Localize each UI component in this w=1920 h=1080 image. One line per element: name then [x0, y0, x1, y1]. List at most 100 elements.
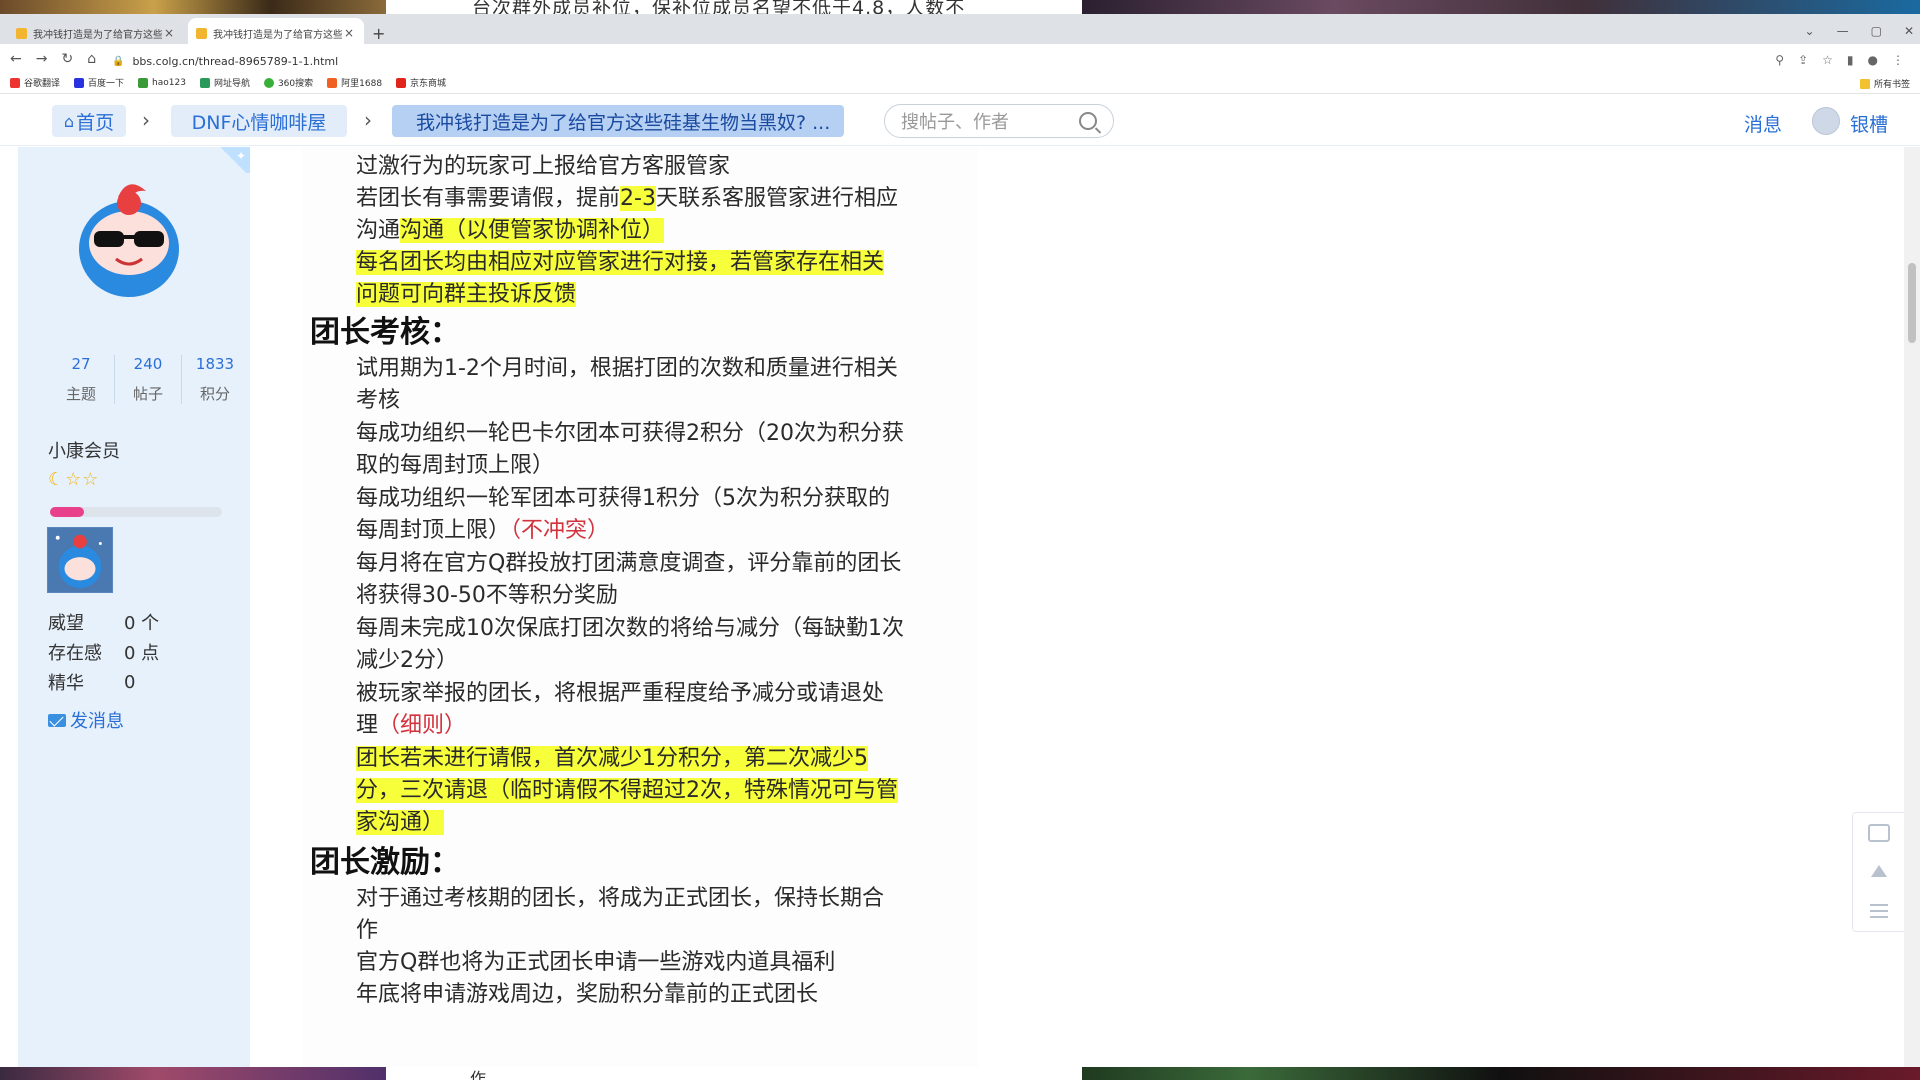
- doc-line: 每周封顶上限）（不冲突）: [356, 515, 609, 547]
- bookmark-star-icon[interactable]: ☆: [1822, 53, 1833, 67]
- close-tab-icon[interactable]: ×: [342, 26, 356, 40]
- folder-icon: [1859, 78, 1870, 89]
- search-input[interactable]: 搜帖子、作者: [884, 104, 1114, 138]
- address-bar[interactable]: 🔒 bbs.colg.cn/thread-8965789-1-1.html: [112, 49, 338, 73]
- forward-icon[interactable]: →: [36, 51, 48, 67]
- doc-text: 理: [356, 713, 379, 738]
- doc-text: 每周封顶上限）: [356, 518, 511, 543]
- bookmark-item[interactable]: 阿里1688: [327, 76, 382, 89]
- user-avatar[interactable]: [1812, 107, 1840, 135]
- home-icon[interactable]: ⌂: [87, 51, 96, 67]
- game-capture-left: [0, 0, 386, 14]
- restore-icon[interactable]: ▢: [1871, 24, 1882, 38]
- reload-icon[interactable]: ↻: [61, 51, 73, 67]
- username-link[interactable]: 银槽: [1850, 110, 1888, 137]
- doc-line: 沟通沟通（以便管家协调补位）: [356, 215, 665, 247]
- doc-line: 减少2分）: [356, 648, 458, 673]
- window-close-icon[interactable]: ✕: [1904, 24, 1914, 38]
- meta-key: 存在感: [48, 643, 102, 664]
- baidu-icon: [74, 77, 85, 88]
- doc-line: 若团长有事需要请假，提前2-3天联系客服管家进行相应: [356, 183, 898, 215]
- url-text[interactable]: bbs.colg.cn/thread-8965789-1-1.html: [132, 55, 338, 68]
- member-rank: 小康会员: [48, 441, 120, 462]
- author-stats: 27 主题 240 帖子 1833 积分: [48, 355, 248, 404]
- doc-highlight: 分，三次请退（临时请假不得超过2次，特殊情况可与管: [356, 778, 898, 803]
- site-header: ⌂ 首页 › DNF心情咖啡屋 › 我冲钱打造是为了给官方这些硅基生物当黑奴? …: [0, 96, 1920, 146]
- tab-search-icon[interactable]: ⌄: [1805, 24, 1815, 38]
- bookmark-label: hao123: [152, 77, 186, 88]
- bookmark-label: 谷歌翻译: [24, 79, 61, 89]
- doc-line: 取的每周封顶上限）: [356, 453, 555, 478]
- breadcrumb-thread[interactable]: 我冲钱打造是为了给官方这些硅基生物当黑奴? ...: [392, 105, 844, 137]
- hao123-icon: [138, 77, 149, 88]
- sparkle-icon: ✦: [235, 149, 246, 163]
- list-icon[interactable]: [1868, 902, 1890, 920]
- breadcrumb-home[interactable]: ⌂ 首页: [52, 105, 126, 137]
- google-icon: [10, 77, 20, 88]
- nav-buttons: ← → ↻ ⌂: [10, 51, 96, 67]
- bookmark-item[interactable]: 网址导航: [199, 76, 250, 89]
- tab-title: 我冲钱打造是为了给官方这些硅基生物当黑奴?: [33, 29, 162, 41]
- section-heading: 团长激励：: [310, 845, 460, 880]
- back-to-top-icon[interactable]: [1868, 863, 1890, 881]
- meta-row: 威望 0 个: [48, 607, 159, 637]
- meta-value: 0 个: [124, 613, 160, 634]
- search-placeholder: 搜帖子、作者: [901, 112, 1009, 133]
- comment-icon[interactable]: [1868, 823, 1890, 842]
- stat-posts[interactable]: 240 帖子: [115, 355, 182, 404]
- bookmark-item[interactable]: 360搜索: [263, 76, 314, 89]
- home-label: 首页: [76, 111, 115, 134]
- stat-value: 27: [71, 355, 91, 373]
- section-heading: 团长考核：: [310, 315, 460, 350]
- overlay-text-bottom: 作: [386, 1067, 1082, 1080]
- jd-icon: [396, 77, 407, 88]
- 1688-icon: [327, 77, 338, 88]
- meta-key: 精华: [48, 673, 84, 694]
- menu-icon[interactable]: ⋮: [1892, 53, 1904, 67]
- close-tab-icon[interactable]: ×: [162, 26, 176, 40]
- profile-icon[interactable]: ●: [1868, 53, 1878, 67]
- all-bookmarks-label: 所有书签: [1873, 80, 1910, 90]
- doc-line: 过激行为的玩家可上报给官方客服管家: [356, 154, 731, 179]
- back-icon[interactable]: ←: [10, 51, 22, 67]
- send-message-button[interactable]: 发消息: [48, 707, 124, 733]
- sidepanel-icon[interactable]: ▮: [1847, 53, 1854, 67]
- medal-badge[interactable]: [47, 527, 113, 593]
- doc-text: 沟通: [356, 218, 401, 243]
- doc-line: 每成功组织一轮军团本可获得1积分（5次为积分获取的: [356, 486, 890, 511]
- level-progress-bar: [50, 507, 222, 517]
- breadcrumb-forum[interactable]: DNF心情咖啡屋: [171, 105, 347, 137]
- bookmark-label: 京东商城: [410, 79, 447, 89]
- new-tab-button[interactable]: +: [372, 24, 385, 43]
- lock-icon[interactable]: 🔒: [112, 56, 124, 67]
- meta-key: 威望: [48, 613, 84, 634]
- doc-line: 官方Q群也将为正式团长申请一些游戏内道具福利: [356, 950, 836, 975]
- stat-points[interactable]: 1833 积分: [182, 355, 248, 404]
- left-gutter: [0, 147, 18, 1067]
- scrollbar-thumb[interactable]: [1908, 263, 1916, 343]
- minimize-icon[interactable]: —: [1837, 24, 1849, 38]
- rank-stars: ☾☆☆: [48, 469, 99, 490]
- all-bookmarks[interactable]: 所有书签: [1859, 77, 1910, 90]
- page-scrollbar[interactable]: [1904, 147, 1920, 1067]
- stat-label: 积分: [199, 385, 230, 403]
- meta-row: 存在感 0 点: [48, 637, 159, 667]
- author-avatar[interactable]: [54, 167, 204, 309]
- doc-text: 天联系客服管家进行相应: [655, 186, 898, 211]
- doc-highlight: 2-3: [620, 186, 656, 211]
- window-controls: ⌄ — ▢ ✕: [1805, 24, 1914, 38]
- doc-highlight: 每名团长均由相应对应管家进行对接，若管家存在相关: [356, 250, 885, 275]
- bookmark-item[interactable]: 谷歌翻译: [10, 76, 60, 89]
- bookmark-label: 网址导航: [213, 79, 250, 89]
- meta-row: 精华 0: [48, 667, 159, 697]
- search-icon[interactable]: [1079, 112, 1097, 130]
- zoom-icon[interactable]: ⚲: [1775, 53, 1784, 67]
- bookmark-label: 360搜索: [277, 79, 314, 89]
- messages-link[interactable]: 消息: [1744, 110, 1782, 137]
- author-sidebar: ✦ 27 主题 240 帖子 1833 积分 小康会员 ☾☆☆ 威望 0 个 存…: [18, 147, 250, 1067]
- stat-topics[interactable]: 27 主题: [48, 355, 115, 404]
- bookmark-item[interactable]: 百度一下: [74, 76, 124, 89]
- bookmark-item[interactable]: 京东商城: [396, 76, 446, 89]
- bookmark-item[interactable]: hao123: [138, 77, 186, 88]
- share-icon[interactable]: ⇪: [1798, 53, 1808, 67]
